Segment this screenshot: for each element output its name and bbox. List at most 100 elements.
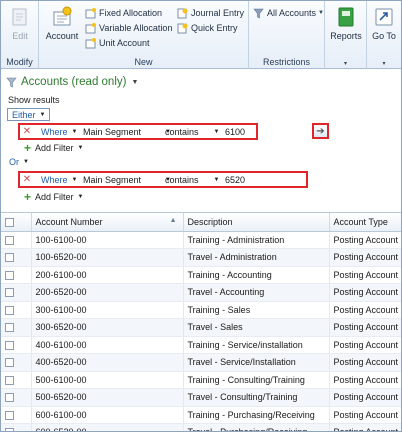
field-dropdown[interactable]: Main Segment ▼ — [83, 127, 171, 137]
accounts-grid: Account Number ▲ Description Account Typ… — [1, 212, 401, 431]
field-dropdown[interactable]: Main Segment ▼ — [83, 175, 171, 185]
edit-label: Edit — [12, 31, 28, 41]
allocation-icon — [85, 22, 96, 34]
edit-button[interactable]: Edit — [5, 4, 35, 41]
unit-account-icon — [85, 37, 96, 49]
row-checkbox[interactable] — [1, 283, 32, 302]
or-dropdown[interactable]: Or ▼ — [9, 157, 29, 167]
table-row[interactable]: 400-6100-00 Training - Service/installati… — [1, 336, 401, 354]
table-row[interactable]: 500-6520-00 Travel - Consulting/Training P… — [1, 388, 401, 407]
account-type-cell: Posting Account — [329, 248, 401, 267]
account-number-cell: 400-6520-00 — [31, 353, 184, 372]
chevron-down-icon: ▼ — [213, 128, 220, 135]
ribbon-group-goto: Go To ▾ — [367, 1, 401, 69]
either-dropdown[interactable]: Either ▼ — [7, 108, 51, 121]
description-cell: Travel - Service/Installation — [183, 353, 330, 372]
allocation-icon — [85, 7, 96, 19]
row-checkbox[interactable] — [1, 318, 32, 337]
row-checkbox[interactable] — [1, 371, 32, 389]
add-filter-button[interactable]: + Add Filter ▼ — [24, 190, 83, 204]
where-label: Where — [41, 174, 68, 185]
goto-dropdown-arrow[interactable]: ▾ — [367, 57, 401, 67]
row-checkbox[interactable] — [1, 231, 32, 249]
select-all-checkbox[interactable] — [1, 213, 32, 232]
filter-value-input[interactable]: 6520 — [225, 175, 245, 185]
table-row[interactable]: 100-6520-00 Travel - Administration Postin… — [1, 248, 401, 267]
account-type-cell: Posting Account — [329, 353, 401, 372]
account-number-cell: 100-6100-00 — [31, 231, 184, 249]
description-cell: Travel - Purchasing/Receiving — [183, 423, 330, 431]
variable-allocation-button[interactable]: Variable Allocation — [85, 22, 172, 34]
field-label: Main Segment — [83, 126, 142, 137]
row-checkbox[interactable] — [1, 388, 32, 407]
chevron-down-icon: ▾ — [382, 61, 386, 67]
reports-dropdown-arrow[interactable]: ▾ — [325, 57, 366, 67]
table-row[interactable]: 600-6520-00Travel - Purchasing/Receiving… — [1, 423, 401, 431]
filter-value: 6520 — [225, 174, 246, 185]
remove-filter-icon[interactable]: ✕ — [20, 174, 34, 185]
where-dropdown[interactable]: Where ▼ — [41, 127, 77, 137]
table-row[interactable]: 600-6100-00 Training - Purchasing/Receivi… — [1, 406, 401, 424]
account-number-cell: 400-6100-00 — [31, 336, 184, 354]
column-header-description[interactable]: Description — [183, 213, 330, 232]
table-row[interactable]: 500-6100-00 Training - Consulting/Trainin… — [1, 371, 401, 389]
account-button[interactable]: Account — [43, 4, 81, 41]
table-row[interactable]: 200-6520-00 Travel - Accounting Posting Ac… — [1, 283, 401, 302]
quick-entry-button[interactable]: Quick Entry — [177, 22, 238, 34]
description-cell: Travel - Administration — [183, 248, 330, 267]
row-checkbox[interactable] — [1, 423, 32, 431]
chevron-down-icon: ▼ — [39, 111, 46, 118]
apply-filter-button[interactable]: ➔ — [312, 123, 329, 139]
all-accounts-dropdown[interactable]: All Accounts ▼ — [253, 7, 324, 19]
goto-button[interactable]: Go To — [367, 4, 401, 41]
chevron-down-icon: ▼ — [77, 194, 84, 200]
page-title[interactable]: Accounts (read only) ▼ — [6, 76, 138, 88]
table-row[interactable]: 200-6100-00 Training - Accounting Posting … — [1, 266, 401, 284]
column-header-account-type[interactable]: Account Type — [329, 213, 401, 232]
ribbon: Edit Modify Account Fixed Allocation Var… — [1, 1, 401, 69]
ribbon-group-new: Account Fixed Allocation Variable Alloca… — [39, 1, 249, 69]
description-cell: Training - Consulting/Training — [183, 371, 330, 389]
or-label-text: Or — [9, 157, 19, 167]
operator-dropdown[interactable]: contains ▼ — [165, 127, 219, 137]
add-filter-button[interactable]: + Add Filter ▼ — [24, 141, 83, 155]
account-icon — [51, 6, 73, 28]
journal-entry-button[interactable]: Journal Entry — [177, 7, 244, 19]
account-number-cell: 500-6520-00 — [31, 388, 184, 407]
account-number-cell: 600-6100-00 — [31, 406, 184, 424]
account-type-cell: Posting Account — [329, 336, 401, 354]
row-checkbox[interactable] — [1, 266, 32, 284]
column-header-account-number[interactable]: Account Number ▲ — [31, 213, 184, 232]
sort-icon: ▲ — [169, 217, 177, 224]
reports-button[interactable]: Reports — [328, 4, 364, 41]
remove-filter-icon[interactable]: ✕ — [20, 126, 34, 137]
row-checkbox[interactable] — [1, 406, 32, 424]
arrow-right-icon: ➔ — [316, 125, 325, 137]
plus-icon: + — [24, 141, 32, 155]
account-label: Account — [45, 31, 79, 41]
table-row[interactable]: 300-6100-00 Training - Sales Posting Accou… — [1, 301, 401, 319]
unit-account-button[interactable]: Unit Account — [85, 37, 150, 49]
filter-row: ✕ Where ▼ Main Segment ▼ contains ▼ 6100 — [18, 123, 258, 140]
new-group-label: New — [134, 57, 153, 67]
chevron-down-icon: ▼ — [71, 176, 78, 183]
column-header-label: Account Number — [35, 216, 103, 227]
filter-value-input[interactable]: 6100 — [225, 127, 245, 137]
operator-dropdown[interactable]: contains ▼ — [165, 175, 219, 185]
row-checkbox[interactable] — [1, 336, 32, 354]
where-dropdown[interactable]: Where ▼ — [41, 175, 77, 185]
table-row[interactable]: 300-6520-00 Travel - Sales Posting Account — [1, 318, 401, 337]
row-checkbox[interactable] — [1, 248, 32, 267]
column-header-label: Account Type — [333, 216, 388, 227]
chevron-down-icon: ▼ — [71, 128, 78, 135]
column-header-label: Description — [187, 216, 233, 227]
fixed-allocation-button[interactable]: Fixed Allocation — [85, 7, 162, 19]
chevron-down-icon: ▼ — [318, 10, 324, 16]
add-filter-label: Add Filter — [35, 143, 74, 153]
table-row[interactable]: 100-6100-00 Training - Administration Post… — [1, 231, 401, 249]
row-checkbox[interactable] — [1, 353, 32, 372]
row-checkbox[interactable] — [1, 301, 32, 319]
table-row[interactable]: 400-6520-00 Travel - Service/Installation… — [1, 353, 401, 372]
reports-label: Reports — [330, 31, 362, 41]
ribbon-group-reports: Reports ▾ — [325, 1, 367, 69]
